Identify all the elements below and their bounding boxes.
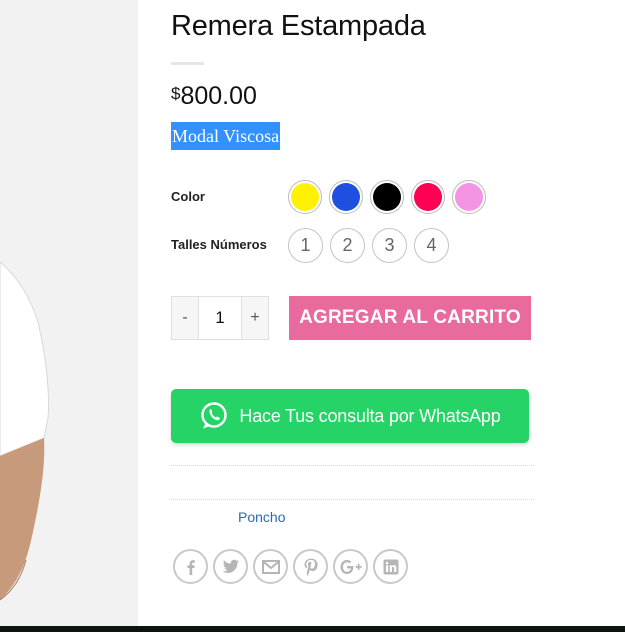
footer-bar [0,626,625,632]
divider [171,465,534,466]
google-plus-icon[interactable] [333,549,368,584]
product-material: Modal Viscosa [171,122,281,150]
product-price: $800.00 [171,82,257,111]
category-link[interactable]: Poncho [238,509,285,525]
quantity-increment-button[interactable]: + [242,297,268,339]
twitter-glyph [222,559,239,573]
swatch-fill [414,183,442,211]
size-option-3[interactable]: 3 [372,228,407,263]
product-title: Remera Estampada [171,10,426,42]
color-swatch-yellow[interactable] [288,180,322,214]
facebook-glyph [186,559,195,575]
email-glyph [261,559,280,574]
size-options: 1 2 3 4 [288,228,449,263]
google-plus-glyph [340,559,362,574]
product-image[interactable] [0,0,138,628]
color-swatch-crimson[interactable] [411,180,445,214]
size-option-2[interactable]: 2 [330,228,365,263]
size-option-1[interactable]: 1 [288,228,323,263]
whatsapp-icon [201,402,228,429]
color-swatch-pink[interactable] [452,180,486,214]
whatsapp-button-label: Hace Tus consulta por WhatsApp [239,405,501,426]
shirt-photo [0,0,138,628]
swatch-fill [455,183,483,211]
pinterest-glyph [304,558,317,576]
price-amount: 800.00 [180,82,257,110]
linkedin-glyph [383,559,398,574]
swatch-fill [373,183,401,211]
facebook-icon[interactable] [173,549,208,584]
linkedin-icon[interactable] [373,549,408,584]
color-swatches [288,180,486,214]
color-swatch-blue[interactable] [329,180,363,214]
pinterest-icon[interactable] [293,549,328,584]
whatsapp-button[interactable]: Hace Tus consulta por WhatsApp [171,389,529,443]
swatch-fill [332,183,360,211]
quantity-stepper: - 1 + [171,296,269,340]
email-icon[interactable] [253,549,288,584]
swatch-fill [291,183,319,211]
size-option-4[interactable]: 4 [414,228,449,263]
title-divider [171,62,204,65]
sizes-label: Talles Números [171,237,267,252]
color-swatch-black[interactable] [370,180,404,214]
share-icons [173,549,408,584]
divider [171,499,534,500]
twitter-icon[interactable] [213,549,248,584]
add-to-cart-button[interactable]: AGREGAR AL CARRITO [289,296,531,340]
price-currency: $ [171,84,181,103]
color-label: Color [171,189,205,204]
quantity-decrement-button[interactable]: - [172,297,198,339]
quantity-input[interactable]: 1 [198,297,242,339]
